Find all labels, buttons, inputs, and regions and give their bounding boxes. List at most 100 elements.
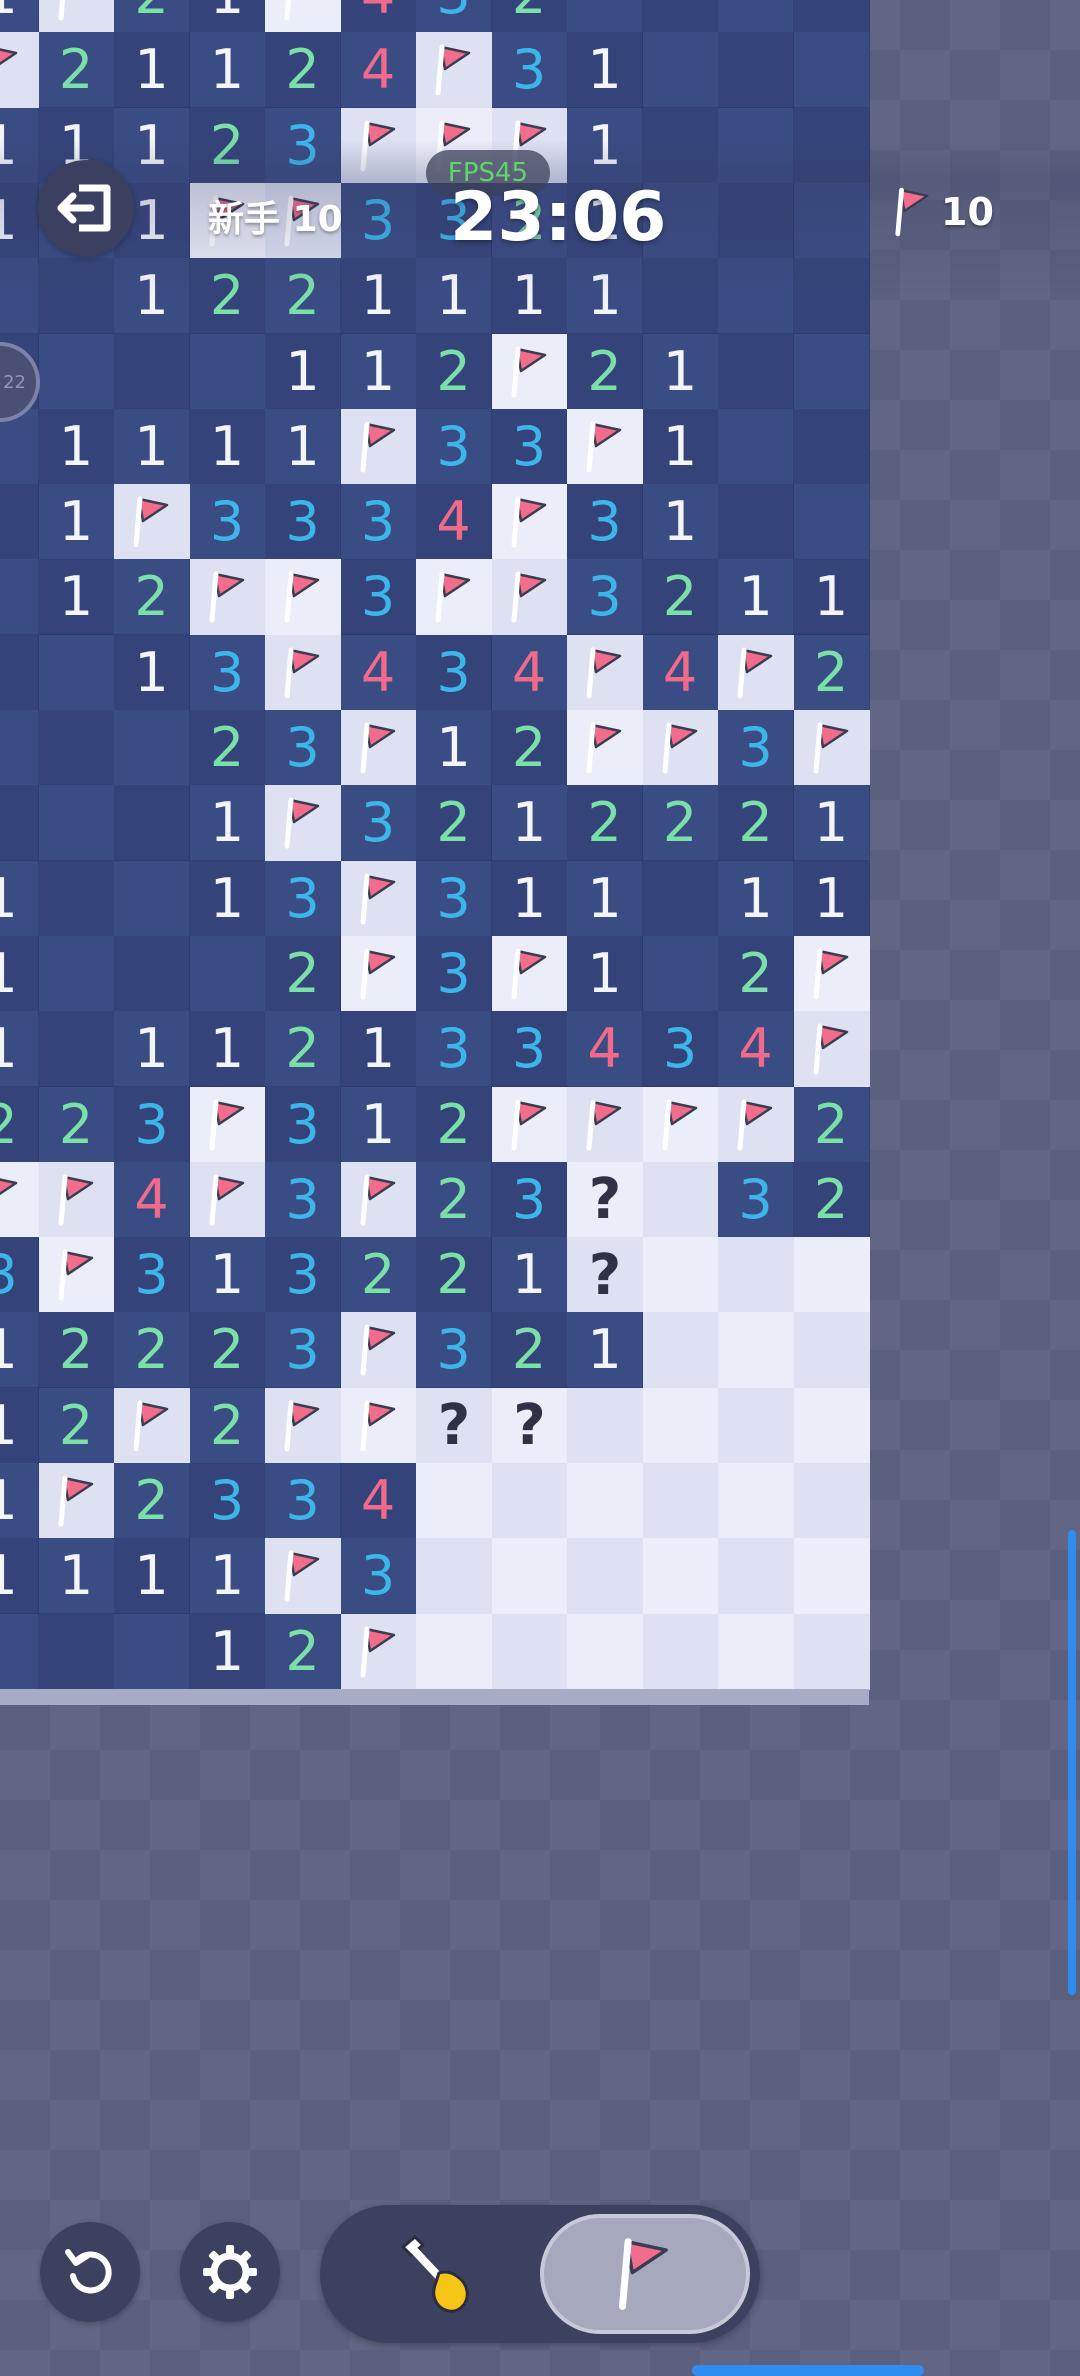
empty-cell[interactable] [793, 182, 870, 259]
number-cell[interactable]: 1 [718, 559, 794, 636]
number-cell[interactable]: 3 [265, 710, 341, 786]
number-cell[interactable]: 1 [0, 182, 39, 259]
flagged-cell[interactable] [340, 1312, 417, 1389]
number-cell[interactable]: 3 [416, 935, 492, 1012]
question-cell[interactable]: ? [416, 1387, 492, 1464]
exit-button[interactable] [38, 160, 134, 256]
dig-mode-button[interactable] [378, 2229, 498, 2319]
number-cell[interactable]: 1 [265, 408, 341, 485]
flagged-cell[interactable] [0, 32, 39, 109]
number-cell[interactable]: 4 [718, 1011, 794, 1088]
unrevealed-cell[interactable] [642, 1237, 719, 1314]
empty-cell[interactable] [642, 935, 719, 1012]
number-cell[interactable]: 3 [0, 1237, 39, 1314]
number-cell[interactable]: 1 [793, 860, 870, 937]
number-cell[interactable]: 2 [416, 1086, 492, 1163]
number-cell[interactable]: 2 [38, 1312, 115, 1389]
number-cell[interactable]: 1 [340, 1086, 417, 1163]
number-cell[interactable]: 4 [340, 1463, 417, 1539]
number-cell[interactable]: 2 [491, 1312, 568, 1389]
unrevealed-cell[interactable] [718, 1237, 794, 1314]
flagged-cell[interactable] [38, 1463, 115, 1539]
number-cell[interactable]: 3 [340, 785, 417, 862]
number-cell[interactable]: 4 [340, 634, 417, 711]
empty-cell[interactable] [114, 1613, 190, 1690]
number-cell[interactable]: 1 [340, 333, 417, 410]
number-cell[interactable]: 2 [793, 1161, 870, 1238]
number-cell[interactable]: 3 [265, 1463, 341, 1539]
flagged-cell[interactable] [189, 1086, 266, 1163]
unrevealed-cell[interactable] [416, 1463, 492, 1539]
number-cell[interactable]: 3 [340, 559, 417, 636]
minefield-board[interactable]: 1214322112431111231111332112211112112211… [0, 0, 870, 1757]
number-cell[interactable]: 1 [0, 935, 39, 1012]
number-cell[interactable]: 3 [114, 1086, 190, 1163]
empty-cell[interactable] [38, 634, 115, 711]
flagged-cell[interactable] [38, 1237, 115, 1314]
empty-cell[interactable] [38, 860, 115, 937]
flagged-cell[interactable] [416, 32, 492, 109]
empty-cell[interactable] [718, 408, 794, 485]
number-cell[interactable]: 3 [114, 1237, 190, 1314]
vertical-scrollbar[interactable] [1068, 1530, 1076, 1995]
number-cell[interactable]: 1 [642, 333, 719, 410]
empty-cell[interactable] [0, 1613, 39, 1690]
number-cell[interactable]: 2 [265, 1613, 341, 1690]
number-cell[interactable]: 1 [38, 1538, 115, 1615]
flagged-cell[interactable] [114, 484, 190, 561]
number-cell[interactable]: 3 [265, 1161, 341, 1238]
empty-cell[interactable] [793, 484, 870, 561]
number-cell[interactable]: 2 [793, 1086, 870, 1163]
empty-cell[interactable] [793, 258, 870, 335]
flagged-cell[interactable] [38, 0, 115, 33]
empty-cell[interactable] [0, 559, 39, 636]
flagged-cell[interactable] [340, 1161, 417, 1238]
number-cell[interactable]: 2 [189, 107, 266, 184]
flagged-cell[interactable] [340, 408, 417, 485]
empty-cell[interactable] [114, 935, 190, 1012]
unrevealed-cell[interactable] [793, 1538, 870, 1615]
number-cell[interactable]: 2 [642, 559, 719, 636]
empty-cell[interactable] [718, 484, 794, 561]
number-cell[interactable]: 1 [0, 1463, 39, 1539]
question-cell[interactable]: ? [567, 1161, 643, 1238]
number-cell[interactable]: 1 [642, 408, 719, 485]
number-cell[interactable]: 2 [416, 785, 492, 862]
number-cell[interactable]: 3 [340, 182, 417, 259]
number-cell[interactable]: 1 [567, 258, 643, 335]
number-cell[interactable]: 3 [567, 559, 643, 636]
empty-cell[interactable] [642, 107, 719, 184]
empty-cell[interactable] [793, 32, 870, 109]
number-cell[interactable]: 1 [0, 1538, 39, 1615]
unrevealed-cell[interactable] [567, 1463, 643, 1539]
flagged-cell[interactable] [718, 1086, 794, 1163]
empty-cell[interactable] [718, 182, 794, 259]
number-cell[interactable]: 2 [189, 710, 266, 786]
number-cell[interactable]: 3 [189, 634, 266, 711]
flagged-cell[interactable] [265, 559, 341, 636]
empty-cell[interactable] [0, 484, 39, 561]
number-cell[interactable]: 1 [38, 559, 115, 636]
empty-cell[interactable] [38, 935, 115, 1012]
number-cell[interactable]: 1 [114, 258, 190, 335]
number-cell[interactable]: 1 [0, 1312, 39, 1389]
number-cell[interactable]: 1 [567, 935, 643, 1012]
flagged-cell[interactable] [340, 1387, 417, 1464]
flagged-cell[interactable] [491, 333, 568, 410]
flagged-cell[interactable] [642, 1086, 719, 1163]
empty-cell[interactable] [38, 258, 115, 335]
number-cell[interactable]: 4 [340, 32, 417, 109]
flagged-cell[interactable] [567, 710, 643, 786]
flagged-cell[interactable] [567, 1086, 643, 1163]
number-cell[interactable]: 1 [38, 484, 115, 561]
unrevealed-cell[interactable] [642, 1538, 719, 1615]
number-cell[interactable]: 3 [416, 408, 492, 485]
number-cell[interactable]: 3 [491, 408, 568, 485]
number-cell[interactable]: 1 [567, 1312, 643, 1389]
number-cell[interactable]: 3 [491, 1161, 568, 1238]
unrevealed-cell[interactable] [793, 1387, 870, 1464]
unrevealed-cell[interactable] [793, 1312, 870, 1389]
question-cell[interactable]: ? [491, 1387, 568, 1464]
flagged-cell[interactable] [189, 1161, 266, 1238]
number-cell[interactable]: 1 [0, 1011, 39, 1088]
